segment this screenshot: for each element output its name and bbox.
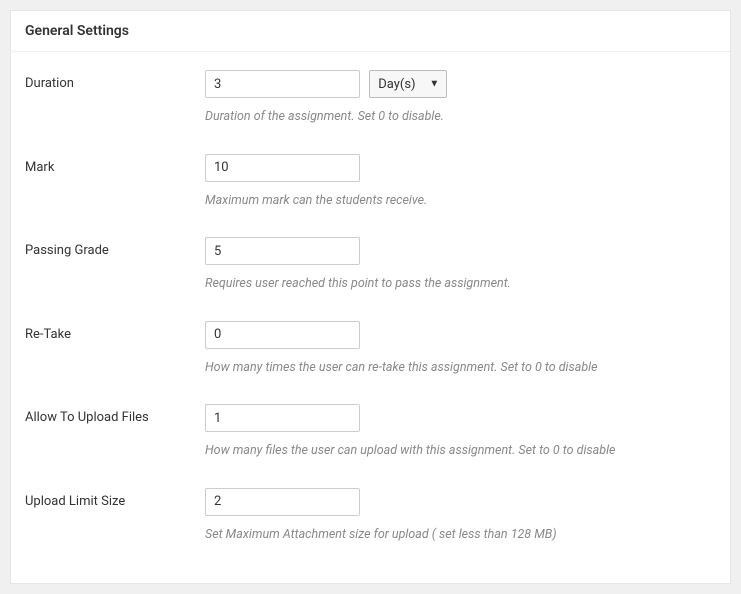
mark-label: Mark [25, 154, 205, 175]
passing-grade-control: Requires user reached this point to pass… [205, 237, 716, 293]
retake-control: How many times the user can re-take this… [205, 321, 716, 377]
allow-upload-control: How many files the user can upload with … [205, 404, 716, 460]
retake-row: Re-Take How many times the user can re-t… [25, 321, 716, 377]
passing-grade-label: Passing Grade [25, 237, 205, 258]
passing-grade-row: Passing Grade Requires user reached this… [25, 237, 716, 293]
passing-grade-input[interactable] [205, 237, 360, 265]
duration-row: Duration Day(s) ▼ Duration of the assign… [25, 70, 716, 126]
passing-grade-description: Requires user reached this point to pass… [205, 275, 716, 293]
panel-title: General Settings [25, 23, 716, 39]
upload-limit-input[interactable] [205, 488, 360, 516]
allow-upload-description: How many files the user can upload with … [205, 442, 716, 460]
mark-row: Mark Maximum mark can the students recei… [25, 154, 716, 210]
mark-input[interactable] [205, 154, 360, 182]
duration-description: Duration of the assignment. Set 0 to dis… [205, 108, 716, 126]
duration-label: Duration [25, 70, 205, 91]
allow-upload-label: Allow To Upload Files [25, 404, 205, 425]
panel-header: General Settings [11, 11, 730, 52]
general-settings-panel: General Settings Duration Day(s) ▼ Durat… [10, 10, 731, 584]
retake-label: Re-Take [25, 321, 205, 342]
upload-limit-control: Set Maximum Attachment size for upload (… [205, 488, 716, 544]
retake-input[interactable] [205, 321, 360, 349]
allow-upload-input[interactable] [205, 404, 360, 432]
allow-upload-row: Allow To Upload Files How many files the… [25, 404, 716, 460]
duration-unit-wrapper: Day(s) ▼ [369, 70, 447, 98]
duration-unit-select[interactable]: Day(s) [369, 70, 447, 98]
duration-input[interactable] [205, 70, 360, 98]
upload-limit-description: Set Maximum Attachment size for upload (… [205, 526, 716, 544]
mark-control: Maximum mark can the students receive. [205, 154, 716, 210]
duration-control: Day(s) ▼ Duration of the assignment. Set… [205, 70, 716, 126]
upload-limit-label: Upload Limit Size [25, 488, 205, 509]
panel-body: Duration Day(s) ▼ Duration of the assign… [11, 52, 730, 583]
retake-description: How many times the user can re-take this… [205, 359, 716, 377]
upload-limit-row: Upload Limit Size Set Maximum Attachment… [25, 488, 716, 544]
mark-description: Maximum mark can the students receive. [205, 192, 716, 210]
